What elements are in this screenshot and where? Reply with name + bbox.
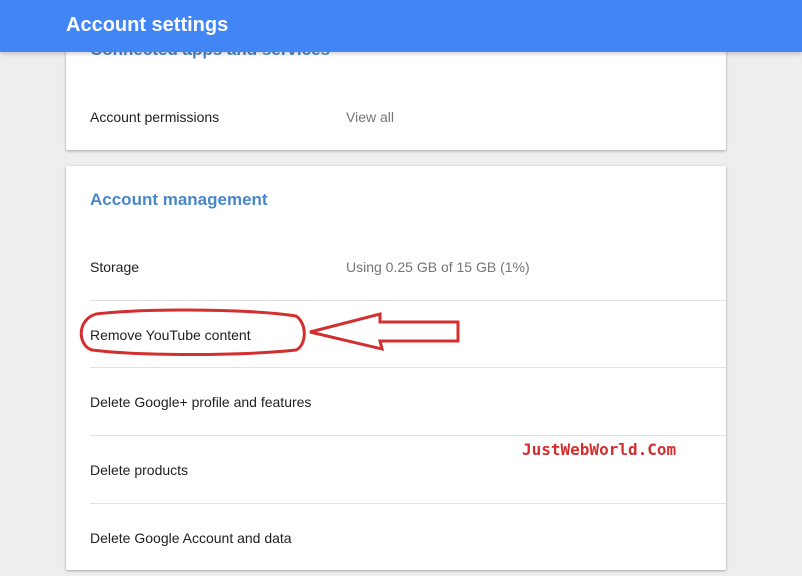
delete-account-row[interactable]: Delete Google Account and data xyxy=(90,503,726,570)
app-header: Account settings xyxy=(0,0,802,52)
account-management-card: Account management Storage Using 0.25 GB… xyxy=(66,166,726,570)
remove-youtube-content-row[interactable]: Remove YouTube content xyxy=(90,300,726,368)
account-management-title: Account management xyxy=(90,190,268,209)
delete-account-label: Delete Google Account and data xyxy=(90,529,292,546)
delete-google-plus-row[interactable]: Delete Google+ profile and features xyxy=(90,367,726,435)
watermark-text: JustWebWorld.Com xyxy=(522,440,677,459)
storage-row[interactable]: Storage Using 0.25 GB of 15 GB (1%) xyxy=(90,233,726,300)
view-all-link[interactable]: View all xyxy=(346,109,394,125)
storage-label: Storage xyxy=(90,258,140,275)
delete-products-label: Delete products xyxy=(90,461,189,478)
delete-google-plus-label: Delete Google+ profile and features xyxy=(90,393,312,410)
storage-usage-value: Using 0.25 GB of 15 GB (1%) xyxy=(346,258,530,275)
page-title: Account settings xyxy=(66,14,229,36)
remove-youtube-content-label: Remove YouTube content xyxy=(90,326,251,343)
account-permissions-label: Account permissions xyxy=(90,108,220,125)
account-permissions-row[interactable]: Account permissions View all xyxy=(90,83,726,150)
